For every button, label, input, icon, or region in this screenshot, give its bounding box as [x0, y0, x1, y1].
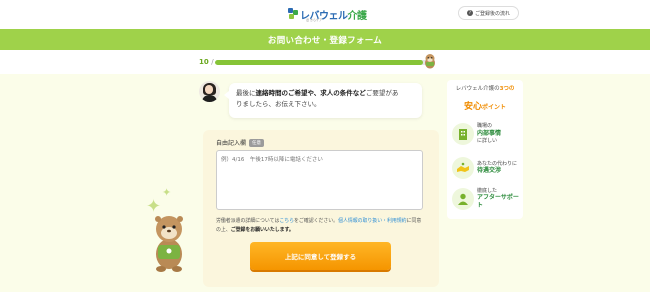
sidebar-title: レバウェル介護の3つの [455, 86, 515, 92]
free-text-input[interactable] [216, 150, 423, 210]
privacy-terms-link[interactable]: 個人情報の取り扱い・利用規約 [338, 218, 406, 224]
form-card: 自由記入欄 任意 労働者派遣の詳細についてはこちらをご確認ください。個人情報の取… [203, 130, 439, 287]
optional-badge: 任意 [249, 138, 265, 147]
chat-bubble: 最後に連絡時間のご希望や、求人の条件などご要望があ りましたら、お伝え下さい。 [224, 83, 422, 118]
question-icon: ? [466, 10, 473, 16]
registration-flow-label: ご登録後の流れ [474, 10, 510, 17]
progress-fill [215, 60, 423, 65]
handshake-icon [452, 157, 474, 179]
otter-progress-icon [425, 54, 435, 69]
agree-and-register-button[interactable]: 上記に同意して登録する [250, 242, 391, 270]
registration-flow-button[interactable]: ? ご登録後の流れ [458, 6, 519, 20]
sparkle-icon: ✦ [162, 186, 172, 199]
advisor-avatar [199, 81, 220, 102]
progress-row: 10 / [0, 50, 650, 74]
site-header: レバウェル介護 旧 きらケア ? ご登録後の流れ [0, 0, 650, 29]
progress-bar [215, 60, 427, 65]
three-points-sidebar: レバウェル介護の3つの 安心ポイント 職場の 内部事情 に詳しい あなたの代わりに待… [447, 80, 523, 219]
dispatch-details-link[interactable]: こちら [279, 218, 294, 224]
support-person-icon [452, 188, 474, 210]
building-icon [452, 123, 474, 145]
terms-text: 労働者派遣の詳細についてはこちらをご確認ください。個人情報の取り扱い・利用規約に… [216, 218, 422, 233]
sidebar-heading: 安心ポイント [463, 101, 507, 112]
form-title-banner: お問い合わせ・登録フォーム [0, 29, 650, 50]
free-text-label: 自由記入欄 任意 [216, 138, 265, 147]
form-title: お問い合わせ・登録フォーム [267, 35, 383, 46]
point-item-inside-info: 職場の 内部事情 に詳しい [452, 120, 520, 148]
logo-subtext: 旧 きらケア [306, 18, 322, 22]
point-item-after-support: 徹底した アフターサポート [452, 185, 520, 213]
progress-step: 10 / [199, 58, 214, 66]
otter-mascot-icon [155, 216, 183, 272]
logo-mark-icon [288, 8, 298, 20]
site-logo[interactable]: レバウェル介護 旧 きらケア [288, 5, 367, 23]
point-item-negotiation: あなたの代わりに 待遇交渉 [452, 154, 520, 182]
